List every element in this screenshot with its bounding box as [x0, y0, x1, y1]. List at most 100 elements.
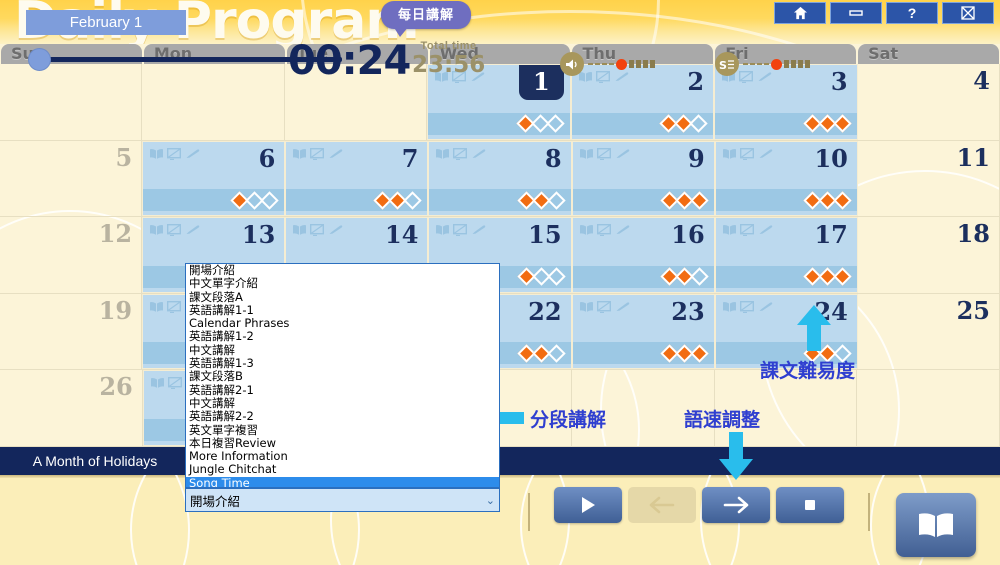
dropdown-option[interactable]: 英語講解2-2 [186, 409, 499, 423]
cell-icons [579, 224, 630, 237]
volume-slider[interactable] [560, 52, 655, 76]
book-icon [579, 225, 593, 235]
dropdown-option[interactable]: 英文單字複習 [186, 423, 499, 437]
calendar-week-row: 1 2 3 4 [0, 64, 1000, 141]
slider-tick [636, 60, 641, 68]
pencil-icon [616, 225, 629, 235]
volume-track[interactable] [588, 58, 655, 70]
slider-tick [609, 63, 614, 65]
dropdown-option[interactable]: 英語講解1-3 [186, 356, 499, 370]
dropdown-option[interactable]: 開場介紹 [186, 264, 499, 277]
calendar-day-cell-23[interactable]: 23 [571, 293, 715, 370]
dropdown-option[interactable]: 中文單字介紹 [186, 276, 499, 290]
book-button[interactable] [896, 493, 976, 557]
speed-icon: S [715, 52, 739, 76]
calendar-day-cell-8[interactable]: 8 [428, 140, 572, 217]
cell-icons [435, 224, 486, 237]
slider-tick [798, 60, 803, 68]
calendar-day-cell-25[interactable]: 25 [858, 293, 1000, 370]
annotation-segment-label: 分段講解 [530, 409, 607, 431]
dropdown-option[interactable]: 英語講解2-1 [186, 383, 499, 397]
annotation-difficulty-arrow-icon [797, 305, 831, 351]
book-icon [722, 301, 736, 312]
calendar-day-cell-12[interactable]: 12 [0, 217, 143, 293]
difficulty-rating [143, 189, 285, 212]
speed-slider[interactable]: S [715, 52, 810, 76]
calendar-day-cell-11[interactable]: 11 [858, 140, 1000, 217]
previous-button[interactable] [628, 487, 696, 523]
svg-text:S: S [719, 59, 727, 71]
calendar-day-cell-16[interactable]: 16 [571, 217, 715, 293]
slider-tick [757, 63, 762, 65]
dropdown-option[interactable]: 英語講解1-1 [186, 303, 499, 317]
dropdown-option[interactable]: Jungle Chitchat [186, 463, 499, 477]
book-icon [436, 148, 450, 159]
help-button[interactable]: ? [886, 2, 938, 24]
slider-tick [750, 63, 755, 65]
calendar-grid: 1234567891011121314151617181920212223242… [0, 64, 1000, 447]
segment-select[interactable]: 開場介紹 ⌄ [185, 488, 500, 512]
screen-icon [167, 300, 182, 313]
dropdown-option[interactable]: More Information [186, 449, 499, 463]
difficulty-rating [715, 265, 857, 288]
difficulty-diamond [546, 190, 566, 210]
calendar-day-cell-26[interactable]: 26 [0, 370, 143, 446]
day-number: 6 [258, 143, 276, 173]
seek-knob[interactable] [28, 48, 51, 71]
slider-tick [791, 60, 796, 68]
difficulty-rating [572, 265, 714, 288]
bg-ring [0, 475, 190, 565]
slider-tick [784, 60, 789, 68]
pencil-icon [616, 302, 629, 311]
dropdown-option[interactable]: 本日複習Review [186, 436, 499, 450]
speed-knob[interactable] [771, 58, 782, 70]
dropdown-option[interactable]: 英語講解1-2 [186, 330, 499, 344]
volume-knob[interactable] [616, 58, 627, 70]
day-number: 2 [687, 67, 705, 96]
play-button[interactable] [554, 487, 622, 523]
screen-icon [739, 300, 754, 313]
stop-button[interactable] [776, 487, 844, 523]
day-number: 11 [956, 142, 990, 172]
calendar-day-cell-9[interactable]: 9 [571, 140, 715, 217]
calendar-day-cell-5[interactable]: 5 [0, 140, 143, 217]
next-button[interactable] [702, 487, 770, 523]
day-number: 9 [688, 143, 705, 173]
difficulty-rating [715, 189, 857, 212]
difficulty-diamond [546, 344, 566, 363]
close-button[interactable] [942, 2, 994, 24]
total-time: Total time 23:56 [412, 40, 485, 78]
pencil-icon [759, 148, 772, 158]
dropdown-option[interactable]: 中文講解 [186, 396, 499, 410]
dropdown-option[interactable]: Song Time [186, 476, 499, 487]
annotation-speed-arrow-icon [719, 432, 753, 480]
dropdown-option[interactable]: 課文段落A [186, 290, 499, 304]
cell-icons [579, 300, 630, 313]
dropdown-option[interactable]: 課文段落B [186, 370, 499, 384]
minimize-button[interactable] [830, 2, 882, 24]
slider-tick [805, 60, 810, 68]
difficulty-diamond [690, 267, 709, 286]
day-number: 15 [528, 220, 562, 250]
segment-dropdown-list[interactable]: 開場介紹 中文單字介紹 課文段落A 英語講解1-1 Calendar Phrases 英語… [185, 263, 500, 488]
day-number: 18 [956, 219, 990, 249]
slider-tick [764, 63, 769, 65]
calendar-day-cell-19[interactable]: 19 [0, 293, 143, 370]
day-number: 5 [115, 142, 133, 172]
dropdown-option[interactable]: 中文講解 [186, 343, 499, 357]
screen-icon [310, 147, 325, 160]
chevron-down-icon: ⌄ [485, 494, 495, 507]
day-number: 3 [830, 67, 848, 96]
calendar-day-cell-18[interactable]: 18 [858, 217, 1000, 293]
dropdown-option[interactable]: Calendar Phrases [186, 316, 499, 330]
calendar-day-cell-17[interactable]: 17 [714, 217, 858, 293]
cell-icons [149, 147, 200, 160]
speed-track[interactable] [743, 58, 810, 70]
calendar-day-cell-6[interactable]: 6 [142, 140, 286, 217]
calendar-day-cell-7[interactable]: 7 [285, 140, 429, 217]
book-icon [293, 148, 307, 159]
cell-icons [435, 147, 486, 160]
calendar-day-cell-4[interactable]: 4 [858, 64, 1000, 140]
home-button[interactable] [774, 2, 826, 24]
calendar-day-cell-10[interactable]: 10 [714, 140, 858, 217]
